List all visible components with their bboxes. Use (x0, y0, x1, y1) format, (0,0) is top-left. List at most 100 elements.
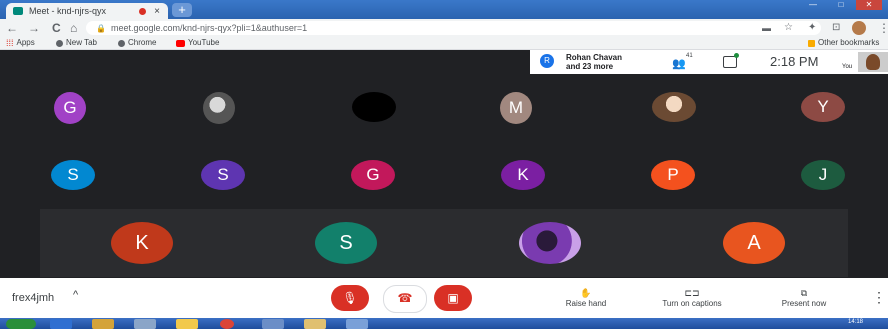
close-window-button[interactable]: ✕ (856, 0, 882, 10)
camera-icon[interactable]: ▬ (762, 19, 771, 37)
tab-title: Meet - knd-njrs-qyx (29, 6, 107, 16)
app-icon[interactable] (304, 319, 326, 329)
globe-icon (56, 39, 63, 47)
app-icon[interactable] (262, 319, 284, 329)
apps-grid-icon: ⁞⁞⁞ (6, 38, 14, 48)
other-bookmarks[interactable]: Other bookmarks (808, 37, 879, 49)
url-text: meet.google.com/knd-njrs-qyx?pli=1&authu… (110, 23, 308, 33)
participant-tile[interactable]: K (111, 222, 173, 264)
hang-up-icon: ☎ (397, 291, 413, 305)
participant-initial: M (508, 98, 524, 117)
app-icon[interactable] (134, 319, 156, 329)
participant-photo[interactable] (652, 92, 696, 122)
profile-avatar[interactable] (852, 21, 866, 35)
people-icon[interactable]: 👥 (672, 57, 686, 70)
chevron-up-icon[interactable]: ^ (73, 289, 78, 301)
participant-initial: G (63, 98, 77, 117)
participant-tile[interactable]: S (315, 222, 377, 264)
tab-close-icon[interactable]: × (154, 6, 160, 17)
bookmarks-bar: ⁞⁞⁞ Apps New Tab Chrome YouTube Other bo… (0, 37, 888, 50)
others-count: and 23 more (566, 62, 614, 71)
bookmark-youtube[interactable]: YouTube (176, 37, 219, 49)
address-bar[interactable]: 🔒 meet.google.com/knd-njrs-qyx?pli=1&auth… (86, 21, 821, 35)
meeting-clock: 2:18 PM (770, 54, 819, 69)
bookmark-label: Apps (16, 38, 35, 47)
globe-icon (118, 39, 125, 47)
present-now-button[interactable]: ⧉ Present now (754, 287, 854, 308)
participant-initial: K (517, 165, 529, 184)
more-options-icon[interactable]: ⋮ (872, 289, 886, 306)
participant-tile[interactable]: G (54, 92, 86, 124)
reload-button[interactable]: C (52, 19, 61, 37)
meeting-code[interactable]: frex4jmh (12, 292, 54, 304)
forward-button[interactable]: → (28, 19, 40, 37)
camera-off-button[interactable]: ▣ (434, 285, 472, 311)
hand-icon: ✋ (580, 288, 592, 298)
participant-initial: A (747, 232, 761, 254)
participant-initial: J (818, 165, 828, 184)
participant-tile[interactable]: Y (801, 92, 845, 122)
folder-icon (808, 39, 815, 47)
host-name: Rohan Chavan (566, 53, 623, 62)
participant-initial: K (135, 232, 149, 254)
bookmark-label: YouTube (188, 38, 220, 47)
self-view-label: You (842, 64, 853, 70)
self-view-thumbnail[interactable] (858, 52, 888, 72)
minimize-button[interactable]: — (800, 0, 826, 10)
menu-icon[interactable]: ⋮ (878, 19, 888, 37)
participant-initial: Y (817, 97, 829, 116)
raise-hand-button[interactable]: ✋ Raise hand (536, 287, 636, 308)
people-count: 41 (686, 53, 693, 59)
system-clock: 14:18 (848, 319, 864, 325)
host-avatar: R (540, 54, 554, 68)
participant-initial: G (366, 165, 380, 184)
raise-hand-label: Raise hand (565, 299, 607, 308)
participant-photo[interactable] (519, 222, 581, 264)
internet-explorer-icon[interactable] (50, 319, 72, 329)
new-tab-button[interactable]: + (172, 3, 192, 17)
media-player-icon[interactable] (92, 319, 114, 329)
bookmark-new-tab[interactable]: New Tab (56, 37, 97, 49)
camera-off-icon: ▣ (447, 291, 459, 305)
captions-icon: ⊏⊐ (684, 288, 700, 298)
recording-dot-icon (139, 7, 147, 15)
app-icon[interactable] (346, 319, 368, 329)
captions-label: Turn on captions (662, 299, 722, 308)
participant-initial: S (67, 165, 79, 184)
participant-tile[interactable]: A (723, 222, 785, 264)
star-icon[interactable]: ☆ (784, 19, 793, 37)
mic-off-button[interactable]: 🎙 (331, 285, 369, 311)
youtube-icon (176, 39, 185, 47)
participant-photo[interactable] (203, 92, 235, 124)
captions-button[interactable]: ⊏⊐ Turn on captions (642, 287, 742, 308)
participant-tile[interactable]: M (500, 92, 532, 124)
participant-tile[interactable]: P (651, 160, 695, 190)
participant-initial: S (339, 232, 353, 254)
leave-call-button[interactable]: ☎ (383, 285, 427, 313)
maximize-button[interactable]: □ (828, 0, 854, 10)
participant-initial: S (217, 165, 229, 184)
chrome-icon[interactable] (220, 319, 234, 329)
cast-icon[interactable]: ⊡ (832, 19, 840, 37)
participant-tile[interactable]: J (801, 160, 845, 190)
participant-tile[interactable]: S (51, 160, 95, 190)
participant-tile[interactable] (352, 92, 396, 122)
start-button[interactable] (6, 319, 36, 329)
home-button[interactable]: ⌂ (70, 19, 77, 37)
bookmark-label: New Tab (66, 38, 97, 47)
participants-summary[interactable]: Rohan Chavan and 23 more (566, 53, 622, 71)
bookmark-apps[interactable]: ⁞⁞⁞ Apps (6, 37, 35, 49)
participant-tile[interactable]: S (201, 160, 245, 190)
participant-tile[interactable]: K (501, 160, 545, 190)
bookmark-label: Other bookmarks (818, 38, 880, 47)
browser-tab[interactable]: Meet - knd-njrs-qyx × (6, 3, 168, 19)
file-explorer-icon[interactable] (176, 319, 198, 329)
participant-tile[interactable]: G (351, 160, 395, 190)
bookmark-chrome[interactable]: Chrome (118, 37, 156, 49)
lock-icon: 🔒 (96, 24, 106, 33)
participant-initial: P (667, 165, 679, 184)
extension-icon[interactable]: ✦ (808, 19, 816, 37)
back-button[interactable]: ← (6, 19, 18, 37)
bookmark-label: Chrome (128, 38, 157, 47)
meet-favicon-icon (13, 7, 23, 15)
